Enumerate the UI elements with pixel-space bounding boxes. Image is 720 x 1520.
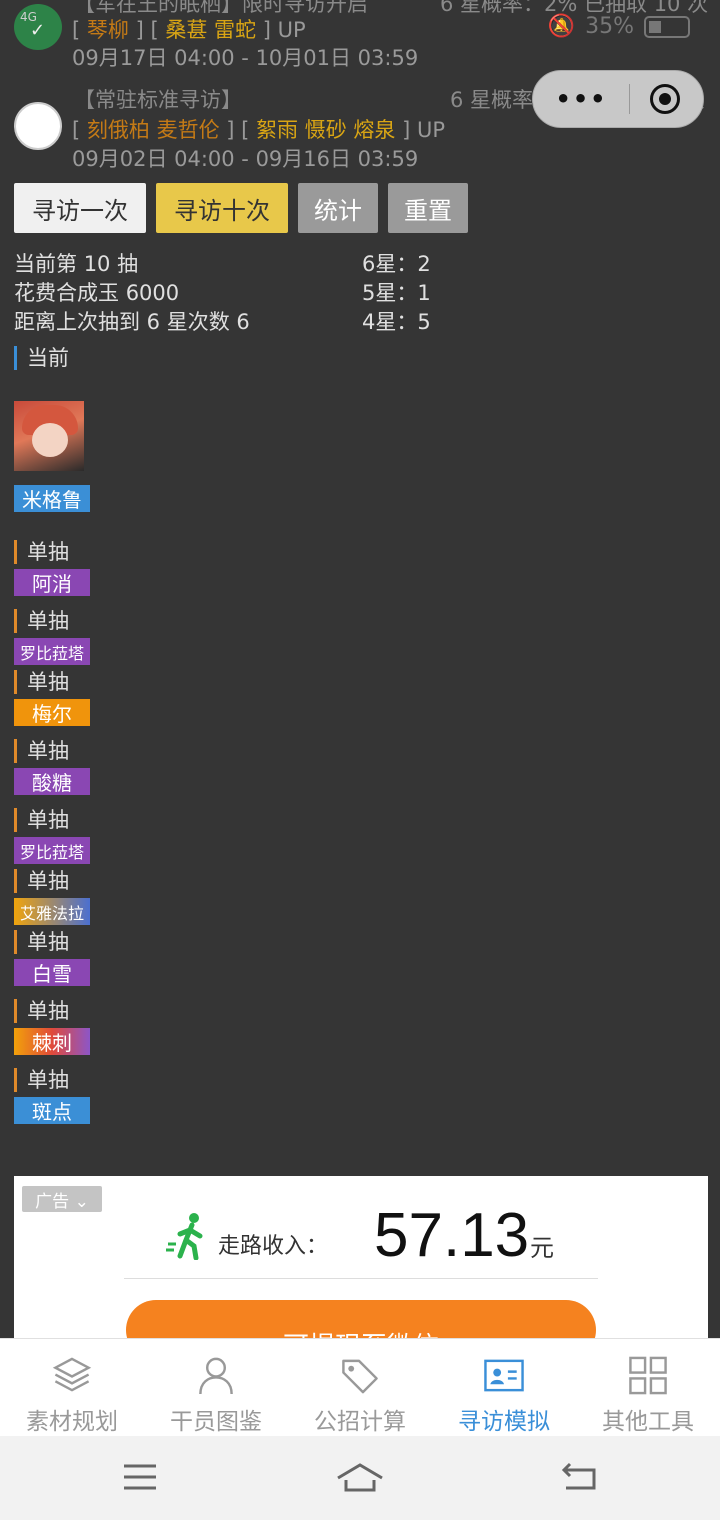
bottom-tab-bar: 素材规划 干员图鉴 公招计算 寻访模拟 其他工具 bbox=[0, 1338, 720, 1436]
walk-income-amount: 57.13 bbox=[374, 1201, 530, 1270]
stats-button[interactable]: 统计 bbox=[298, 183, 378, 233]
tab-label: 干员图鉴 bbox=[170, 1409, 262, 1435]
history-operator-tag: 罗比菈塔 bbox=[14, 638, 90, 665]
back-icon[interactable] bbox=[560, 1462, 598, 1492]
grid-icon bbox=[629, 1356, 667, 1395]
since-six-star: 6 bbox=[236, 310, 250, 334]
history-draw-label: 单抽 bbox=[14, 739, 69, 763]
miniprogram-capsule: ••• bbox=[532, 70, 704, 128]
history-draw-label: 单抽 bbox=[14, 869, 69, 893]
walk-income-label: 走路收入： bbox=[218, 1234, 329, 1259]
five-star-count: 1 bbox=[417, 281, 431, 305]
current-operator-tag: 米格鲁 bbox=[14, 485, 90, 512]
up-operator: 麦哲伦 bbox=[156, 118, 220, 142]
banner-radio[interactable] bbox=[14, 102, 62, 150]
banner-rate: 6 星概率：2% 已抽取 10 次 bbox=[440, 0, 709, 16]
up-operator: 雷蛇 bbox=[214, 18, 257, 42]
banner-up-list: [ 刻俄柏 麦哲伦 ] [ 絮雨 慑砂 熔泉 ] UP bbox=[72, 118, 445, 142]
menu-icon[interactable] bbox=[122, 1462, 158, 1492]
close-target-icon[interactable] bbox=[650, 84, 681, 114]
tab-label: 公招计算 bbox=[314, 1409, 406, 1435]
up-operator: 慑砂 bbox=[304, 118, 347, 142]
operator-avatar bbox=[14, 401, 84, 471]
tab-tools[interactable]: 其他工具 bbox=[576, 1339, 720, 1436]
ad-tag[interactable]: 广告 ⌄ bbox=[22, 1186, 102, 1212]
history-operator-tag: 酸糖 bbox=[14, 768, 90, 795]
up-operator: 熔泉 bbox=[353, 118, 396, 142]
ad-divider bbox=[124, 1278, 598, 1279]
current-label: 当前 bbox=[14, 346, 69, 370]
history-operator-tag: 阿消 bbox=[14, 569, 90, 596]
system-nav-bar bbox=[0, 1436, 720, 1520]
six-star-count: 2 bbox=[417, 252, 431, 276]
history-operator-tag: 斑点 bbox=[14, 1097, 90, 1124]
id-card-icon bbox=[484, 1359, 524, 1392]
tab-operators[interactable]: 干员图鉴 bbox=[144, 1339, 288, 1436]
up-operator: 刻俄柏 bbox=[86, 118, 150, 142]
layers-icon bbox=[52, 1357, 92, 1392]
stat-row: 当前第 10 抽 6星：2 bbox=[14, 252, 431, 276]
draw-once-button[interactable]: 寻访一次 bbox=[14, 183, 146, 233]
ad-card[interactable]: 广告 ⌄ 走路收入： 57.13 元 可提现至微信 bbox=[14, 1176, 708, 1360]
up-operator: 絮雨 bbox=[256, 118, 299, 142]
tab-recruit[interactable]: 公招计算 bbox=[288, 1339, 432, 1436]
stat-row: 花费合成玉 6000 5星：1 bbox=[14, 281, 431, 305]
four-star-count: 5 bbox=[417, 310, 431, 334]
walking-icon bbox=[166, 1213, 203, 1260]
history-operator-tag: 艾雅法拉 bbox=[14, 898, 90, 925]
banner-title: 【常驻标准寻访】 bbox=[74, 88, 242, 112]
up-operator: 琴柳 bbox=[86, 18, 129, 42]
person-icon bbox=[199, 1357, 233, 1395]
up-operator: 桑葚 bbox=[165, 18, 208, 42]
reset-button[interactable]: 重置 bbox=[388, 183, 468, 233]
draw-ten-button[interactable]: 寻访十次 bbox=[156, 183, 288, 233]
history-draw-label: 单抽 bbox=[14, 999, 69, 1023]
banner-up-list: [ 琴柳 ] [ 桑葚 雷蛇 ] UP bbox=[72, 18, 306, 42]
tab-label: 其他工具 bbox=[602, 1409, 694, 1435]
capsule-divider bbox=[628, 84, 630, 114]
orundum-cost: 6000 bbox=[125, 281, 180, 305]
action-buttons: 寻访一次 寻访十次 统计 重置 bbox=[14, 183, 468, 233]
history-draw-label: 单抽 bbox=[14, 609, 69, 633]
history-operator-tag: 棘刺 bbox=[14, 1028, 90, 1055]
history-draw-label: 单抽 bbox=[14, 1068, 69, 1092]
history-draw-label: 单抽 bbox=[14, 670, 69, 694]
more-icon[interactable]: ••• bbox=[555, 85, 607, 113]
history-draw-label: 单抽 bbox=[14, 930, 69, 954]
stat-row: 距离上次抽到 6 星次数 6 4星：5 bbox=[14, 310, 431, 334]
tab-materials[interactable]: 素材规划 bbox=[0, 1339, 144, 1436]
draw-count: 10 bbox=[83, 252, 111, 276]
history-operator-tag: 白雪 bbox=[14, 959, 90, 986]
banner-item-limited[interactable]: 【军在王的眠栖】限时寻访开启 6 星概率：2% 已抽取 10 次 [ 琴柳 ] … bbox=[0, 0, 720, 72]
history-operator-tag: 罗比菈塔 bbox=[14, 837, 90, 864]
history-draw-label: 单抽 bbox=[14, 808, 69, 832]
history-draw-label: 单抽 bbox=[14, 540, 69, 564]
banner-dates: 09月17日 04:00 - 10月01日 03:59 bbox=[72, 46, 419, 70]
draw-stats: 当前第 10 抽 6星：2 花费合成玉 6000 5星：1 距离上次抽到 6 星… bbox=[14, 248, 704, 335]
tab-label: 寻访模拟 bbox=[458, 1409, 550, 1435]
history-operator-tag: 梅尔 bbox=[14, 699, 90, 726]
tag-icon bbox=[342, 1359, 378, 1394]
tab-headhunt[interactable]: 寻访模拟 bbox=[432, 1339, 576, 1436]
tab-label: 素材规划 bbox=[26, 1409, 118, 1435]
currency-unit: 元 bbox=[530, 1234, 554, 1262]
home-icon[interactable] bbox=[336, 1462, 384, 1494]
banner-dates: 09月02日 04:00 - 09月16日 03:59 bbox=[72, 147, 419, 171]
